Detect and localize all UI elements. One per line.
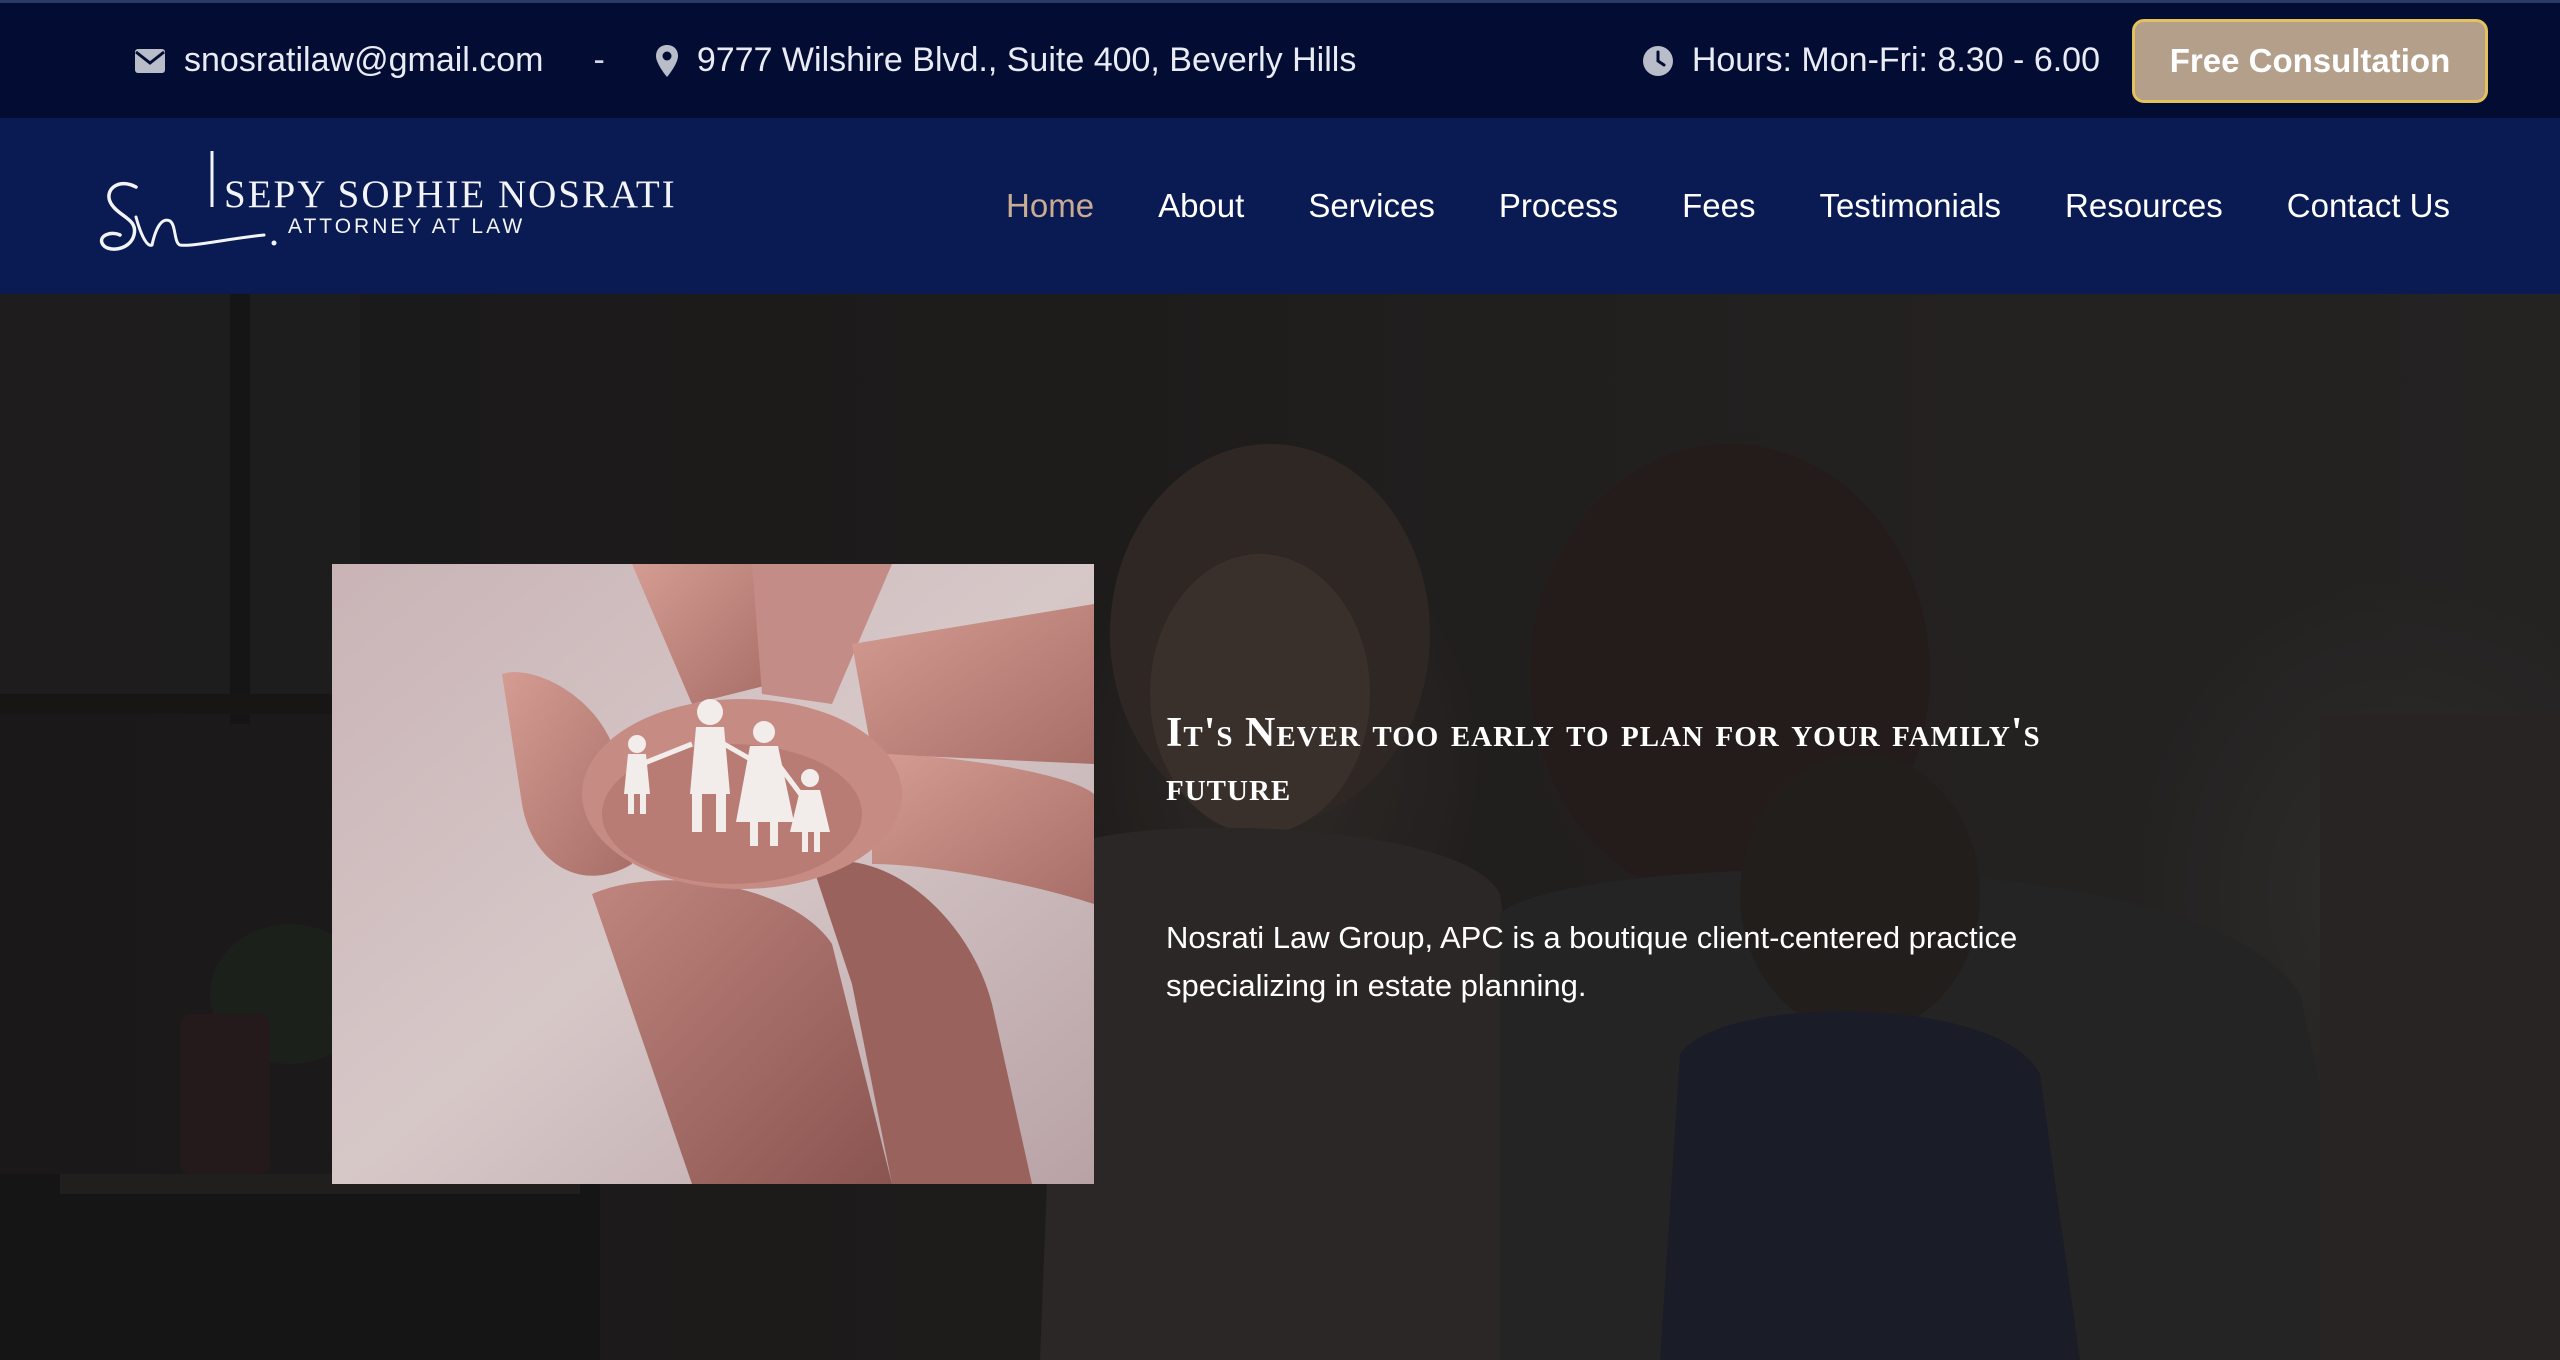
top-info-bar: snosratilaw@gmail.com - 9777 Wilshire Bl… <box>0 0 2560 118</box>
hands-holding-paper-family-icon <box>332 564 1094 1184</box>
email-text[interactable]: snosratilaw@gmail.com <box>184 41 544 80</box>
hours-info: Hours: Mon-Fri: 8.30 - 6.00 <box>1642 41 2100 80</box>
free-consultation-button[interactable]: Free Consultation <box>2132 18 2488 103</box>
info-separator: - <box>593 41 605 79</box>
logo-name: SEPY SOPHIE NOSRATI <box>224 173 677 216</box>
logo-text: SEPY SOPHIE NOSRATI ATTORNEY AT LAW <box>224 174 677 238</box>
nav-testimonials[interactable]: Testimonials <box>1819 187 2001 225</box>
nav-resources[interactable]: Resources <box>2065 187 2223 225</box>
hero-text-block: It's Never too early to plan for your fa… <box>1166 706 2086 1010</box>
primary-nav: Home About Services Process Fees Testimo… <box>942 187 2450 225</box>
email-info[interactable]: snosratilaw@gmail.com <box>134 41 544 80</box>
logo-subtitle: ATTORNEY AT LAW <box>288 215 526 238</box>
nav-home[interactable]: Home <box>1006 187 1094 225</box>
hands-family-photo <box>332 564 1094 1184</box>
nav-contact-us[interactable]: Contact Us <box>2287 187 2450 225</box>
hero-title: It's Never too early to plan for your fa… <box>1166 710 2041 810</box>
envelope-icon <box>135 48 165 73</box>
hero-section: It's Never too early to plan for your fa… <box>0 294 2560 1360</box>
page: snosratilaw@gmail.com - 9777 Wilshire Bl… <box>0 0 2560 1360</box>
clock-icon <box>1642 45 1673 76</box>
hours-text: Hours: Mon-Fri: 8.30 - 6.00 <box>1691 41 2100 79</box>
nav-fees[interactable]: Fees <box>1682 187 1755 225</box>
nav-services[interactable]: Services <box>1308 187 1435 225</box>
address-text[interactable]: 9777 Wilshire Blvd., Suite 400, Beverly … <box>697 41 1357 80</box>
nav-process[interactable]: Process <box>1499 187 1618 225</box>
site-logo[interactable]: SEPY SOPHIE NOSRATI ATTORNEY AT LAW <box>96 146 677 266</box>
hero-description: Nosrati Law Group, APC is a boutique cli… <box>1166 920 2018 1003</box>
address-info[interactable]: 9777 Wilshire Blvd., Suite 400, Beverly … <box>655 41 1357 80</box>
map-pin-icon <box>655 44 678 77</box>
nav-about[interactable]: About <box>1158 187 1244 225</box>
main-navbar: SEPY SOPHIE NOSRATI ATTORNEY AT LAW Home… <box>0 118 2560 294</box>
